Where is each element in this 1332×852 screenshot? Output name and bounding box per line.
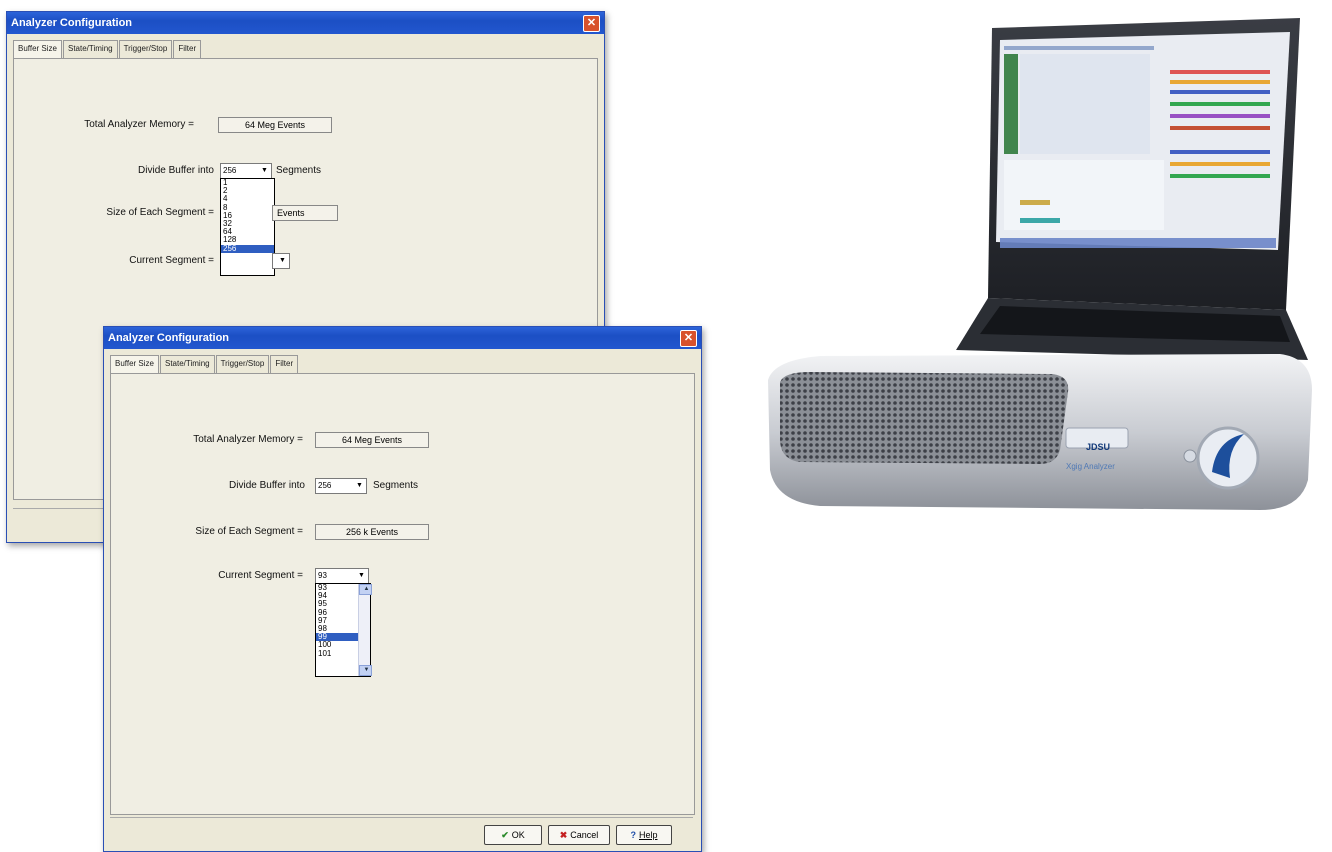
current-segment-select[interactable]: ▼ — [272, 253, 290, 269]
close-icon[interactable]: ✕ — [583, 15, 600, 32]
cancel-button[interactable]: ✖ Cancel — [548, 825, 610, 845]
brand-name: JDSU — [1086, 442, 1111, 452]
tab-panel: Total Analyzer Memory = 64 Meg Events Di… — [110, 373, 695, 815]
tab-bar: Buffer Size State/Timing Trigger/Stop Fi… — [13, 40, 202, 58]
scroll-up-icon[interactable]: ▲ — [359, 584, 372, 595]
ok-button[interactable]: ✔ OK — [484, 825, 542, 845]
segment-size-value: Events — [272, 205, 338, 221]
tab-filter[interactable]: Filter — [173, 40, 202, 58]
total-memory-value: 64 Meg Events — [315, 432, 429, 448]
current-segment-select[interactable]: 93 ▼ — [315, 568, 369, 584]
help-button-label: Help — [638, 830, 658, 840]
current-segment-label: Current Segment = — [129, 255, 214, 266]
tab-buffer-size[interactable]: Buffer Size — [13, 40, 62, 58]
power-button — [1183, 449, 1197, 463]
window-title: Analyzer Configuration — [11, 17, 133, 29]
chevron-down-icon[interactable]: ▼ — [354, 480, 365, 491]
product-name: Xgig Analyzer — [1066, 462, 1115, 471]
tab-state-timing[interactable]: State/Timing — [62, 40, 118, 58]
x-icon: ✖ — [559, 830, 568, 840]
close-icon[interactable]: ✕ — [680, 330, 697, 347]
question-icon: ? — [630, 830, 636, 840]
list-item[interactable]: 4 — [221, 195, 274, 203]
segments-label: Segments — [276, 165, 322, 176]
divide-buffer-select[interactable]: 256 ▼ — [220, 163, 272, 179]
chevron-down-icon[interactable]: ▼ — [277, 255, 288, 266]
tab-bar: Buffer Size State/Timing Trigger/Stop Fi… — [110, 355, 299, 373]
tab-trigger-stop[interactable]: Trigger/Stop — [118, 40, 173, 58]
tab-buffer-size[interactable]: Buffer Size — [110, 355, 159, 373]
segment-size-value: 256 k Events — [315, 524, 429, 540]
chevron-down-icon[interactable]: ▼ — [356, 570, 367, 581]
laptop-illustration — [768, 18, 1312, 510]
window-titlebar[interactable]: Analyzer Configuration ✕ — [7, 12, 604, 34]
divide-buffer-value: 256 — [223, 166, 237, 175]
current-segment-dropdown-list[interactable]: 93 94 95 96 97 98 99 100 101 ▲ ▼ — [315, 583, 372, 677]
checkmark-icon: ✔ — [501, 830, 509, 840]
divide-buffer-value: 256 — [318, 481, 332, 490]
cancel-button-label: Cancel — [570, 830, 599, 840]
list-scrollbar[interactable]: ▲ ▼ — [358, 584, 372, 676]
tab-trigger-stop[interactable]: Trigger/Stop — [215, 355, 270, 373]
divider — [110, 817, 693, 818]
current-segment-label: Current Segment = — [218, 570, 303, 581]
window-titlebar[interactable]: Analyzer Configuration ✕ — [104, 327, 701, 349]
total-memory-label: Total Analyzer Memory = — [84, 119, 194, 130]
list-item-selected[interactable]: 256 — [221, 244, 274, 253]
divide-buffer-label: Divide Buffer into — [138, 165, 214, 176]
analyzer-hardware-photo: JDSU Xgig Analyzer — [760, 10, 1320, 520]
segments-label: Segments — [373, 480, 419, 491]
tab-state-timing[interactable]: State/Timing — [159, 355, 215, 373]
total-memory-label: Total Analyzer Memory = — [193, 434, 303, 445]
window-title: Analyzer Configuration — [108, 332, 230, 344]
segment-size-label: Size of Each Segment = — [106, 207, 214, 218]
divide-buffer-select[interactable]: 256 ▼ — [315, 478, 367, 494]
analyzer-config-window-front: Analyzer Configuration ✕ Buffer Size Sta… — [103, 326, 702, 852]
divide-buffer-dropdown-list[interactable]: 1 2 4 8 16 32 64 128 256 — [220, 178, 275, 276]
help-button[interactable]: ? Help — [616, 825, 672, 845]
divide-buffer-label: Divide Buffer into — [229, 480, 305, 491]
chevron-down-icon[interactable]: ▼ — [259, 165, 270, 176]
tab-filter[interactable]: Filter — [270, 355, 299, 373]
vent-grille — [780, 372, 1069, 464]
current-segment-value: 93 — [318, 571, 327, 580]
segment-size-label: Size of Each Segment = — [195, 526, 303, 537]
total-memory-value: 64 Meg Events — [218, 117, 332, 133]
scroll-down-icon[interactable]: ▼ — [359, 665, 372, 676]
list-item[interactable]: 1 — [221, 178, 274, 187]
list-item[interactable]: 2 — [221, 186, 274, 195]
ok-button-label: OK — [511, 830, 525, 840]
